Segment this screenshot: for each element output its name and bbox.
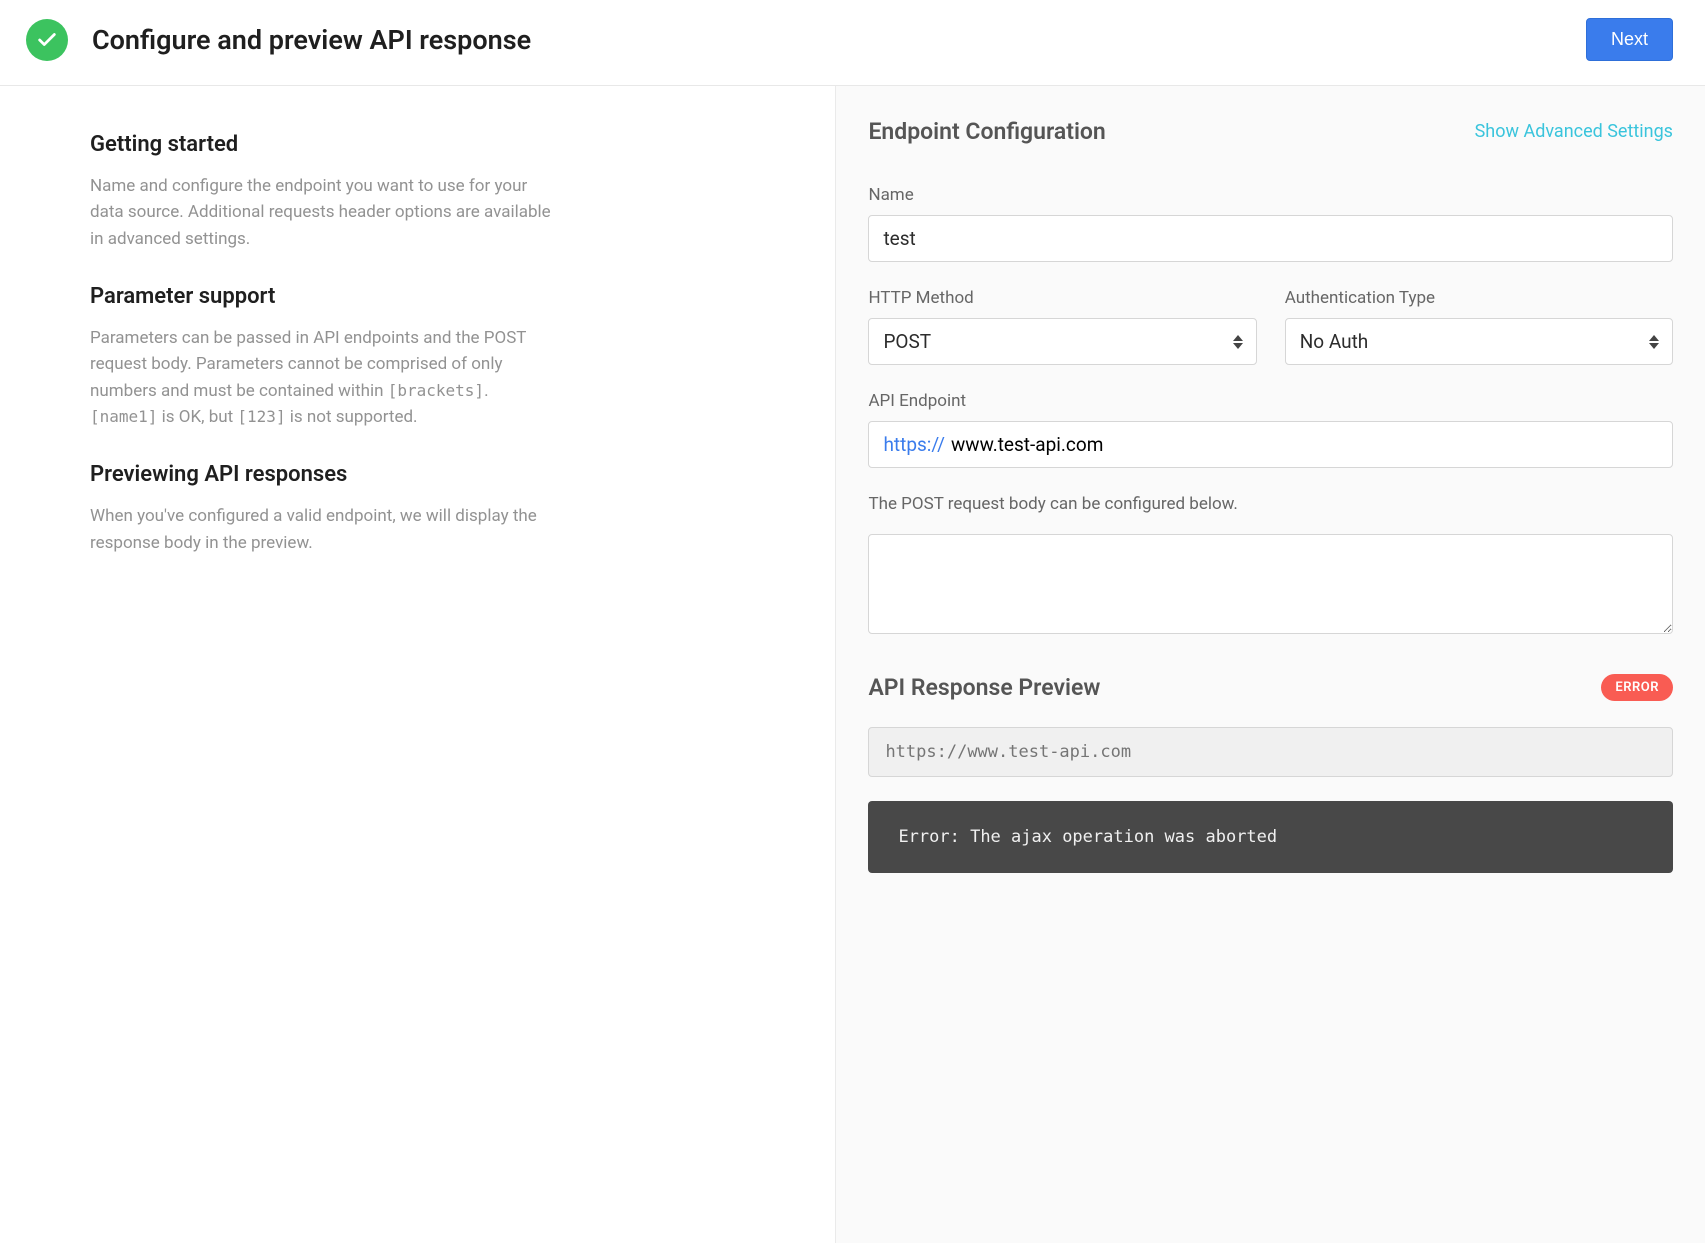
previewing-body: When you've configured a valid endpoint,… bbox=[90, 503, 560, 556]
auth-type-field-group: Authentication Type No Auth bbox=[1285, 288, 1673, 365]
param-text-mid: is OK, but bbox=[157, 407, 237, 427]
api-response-preview-title: API Response Preview bbox=[868, 674, 1100, 701]
param-code-123: [123] bbox=[237, 407, 285, 426]
next-button[interactable]: Next bbox=[1586, 18, 1673, 61]
api-endpoint-input[interactable] bbox=[951, 433, 1658, 456]
page-title: Configure and preview API response bbox=[92, 24, 531, 56]
auth-type-select[interactable]: No Auth bbox=[1285, 318, 1673, 365]
http-method-field-group: HTTP Method POST bbox=[868, 288, 1256, 365]
parameter-support-heading: Parameter support bbox=[90, 284, 775, 309]
name-input[interactable] bbox=[868, 215, 1673, 262]
post-body-textarea[interactable] bbox=[868, 534, 1673, 634]
name-label: Name bbox=[868, 185, 1673, 205]
http-method-select-wrap: POST bbox=[868, 318, 1256, 365]
previewing-heading: Previewing API responses bbox=[90, 462, 775, 487]
api-endpoint-label: API Endpoint bbox=[868, 391, 1673, 411]
left-column: Getting started Name and configure the e… bbox=[0, 86, 835, 1243]
api-endpoint-wrap: https:// bbox=[868, 421, 1673, 468]
header-left: Configure and preview API response bbox=[26, 19, 531, 61]
error-badge: ERROR bbox=[1601, 674, 1673, 701]
http-method-label: HTTP Method bbox=[868, 288, 1256, 308]
getting-started-body: Name and configure the endpoint you want… bbox=[90, 173, 560, 252]
auth-type-select-wrap: No Auth bbox=[1285, 318, 1673, 365]
param-code-brackets: [brackets] bbox=[388, 381, 484, 400]
show-advanced-settings-link[interactable]: Show Advanced Settings bbox=[1475, 121, 1673, 142]
check-circle-icon bbox=[26, 19, 68, 61]
param-code-name1: [name1] bbox=[90, 407, 157, 426]
right-column: Endpoint Configuration Show Advanced Set… bbox=[835, 86, 1705, 1243]
http-method-select[interactable]: POST bbox=[868, 318, 1256, 365]
auth-type-label: Authentication Type bbox=[1285, 288, 1673, 308]
preview-header: API Response Preview ERROR bbox=[868, 674, 1673, 701]
endpoint-config-title: Endpoint Configuration bbox=[868, 118, 1105, 145]
parameter-support-body: Parameters can be passed in API endpoint… bbox=[90, 325, 560, 430]
method-auth-row: HTTP Method POST Authentication Type No … bbox=[868, 288, 1673, 365]
preview-url-box: https://www.test-api.com bbox=[868, 727, 1673, 777]
api-endpoint-field-group: API Endpoint https:// bbox=[868, 391, 1673, 468]
param-sep1: . bbox=[484, 381, 488, 401]
endpoint-config-header: Endpoint Configuration Show Advanced Set… bbox=[868, 118, 1673, 145]
api-endpoint-scheme: https:// bbox=[883, 433, 945, 456]
name-field-group: Name bbox=[868, 185, 1673, 262]
getting-started-heading: Getting started bbox=[90, 132, 775, 157]
post-body-hint: The POST request body can be configured … bbox=[868, 494, 1673, 514]
param-text-post: is not supported. bbox=[286, 407, 418, 427]
page-header: Configure and preview API response Next bbox=[0, 0, 1705, 86]
main-content: Getting started Name and configure the e… bbox=[0, 86, 1705, 1243]
preview-error-box: Error: The ajax operation was aborted bbox=[868, 801, 1673, 873]
